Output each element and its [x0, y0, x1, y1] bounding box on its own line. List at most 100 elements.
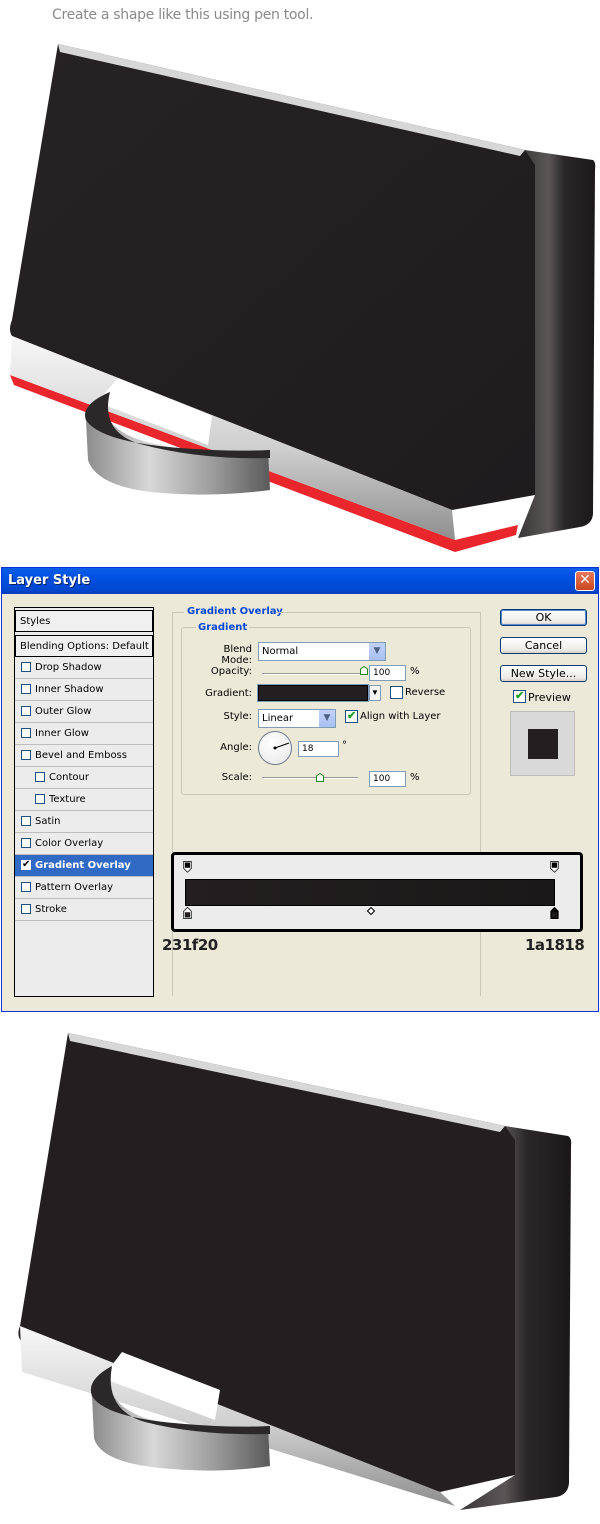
- preview-thumbnail: [510, 711, 575, 776]
- styles-list: Styles Blending Options: Default Drop Shad…: [14, 607, 154, 997]
- style-checkbox[interactable]: [21, 662, 31, 672]
- blend-mode-label: Blend Mode:: [221, 644, 252, 666]
- style-checkbox[interactable]: [21, 684, 31, 694]
- dialog-title: Layer Style: [8, 573, 91, 588]
- style-label: Style:: [223, 711, 253, 722]
- right-color-hex: 1a1818: [525, 936, 585, 954]
- angle-label: Angle:: [220, 742, 252, 753]
- style-list-item[interactable]: Satin: [15, 811, 153, 833]
- preview-label: Preview: [528, 691, 571, 704]
- style-checkbox[interactable]: [21, 750, 31, 760]
- style-list-item-label: Color Overlay: [35, 838, 104, 849]
- style-checkbox[interactable]: [21, 706, 31, 716]
- close-icon[interactable]: ✕: [575, 571, 595, 591]
- instruction-caption: Create a shape like this using pen tool.: [52, 7, 314, 23]
- style-checkbox[interactable]: ✔: [21, 859, 31, 870]
- checkmark-icon: ✔: [347, 710, 357, 722]
- speaker-illustration-bottom: [18, 1033, 572, 1510]
- style-list-item-label: Blending Options: Default: [20, 641, 149, 652]
- style-list-item[interactable]: Blending Options: Default: [15, 635, 153, 657]
- gradient-picker[interactable]: [257, 684, 369, 702]
- style-list-item[interactable]: ✔ Gradient Overlay: [15, 855, 153, 877]
- dialog-titlebar: Layer Style ✕: [2, 568, 598, 594]
- scale-slider[interactable]: [262, 777, 358, 779]
- style-list-item[interactable]: Drop Shadow: [15, 657, 153, 679]
- style-list-item-label: Inner Glow: [35, 728, 89, 739]
- style-list-item-label: Inner Shadow: [35, 684, 104, 695]
- blend-mode-select[interactable]: Normal ▼: [258, 642, 386, 661]
- chevron-down-icon: ▼: [368, 643, 385, 660]
- opacity-label: Opacity:: [210, 666, 252, 677]
- scale-input[interactable]: 100: [369, 771, 406, 787]
- style-select[interactable]: Linear ▼: [258, 709, 336, 728]
- color-stop-right[interactable]: [550, 907, 559, 919]
- checkmark-icon: ✔: [515, 690, 525, 702]
- checkmark-icon: ✔: [22, 859, 31, 870]
- style-list-item[interactable]: Pattern Overlay: [15, 877, 153, 899]
- gradient-dropdown-icon[interactable]: ▼: [369, 685, 381, 701]
- left-color-hex: 231f20: [162, 936, 218, 954]
- align-with-layer-checkbox[interactable]: ✔: [345, 710, 358, 723]
- align-with-layer-label: Align with Layer: [360, 711, 441, 722]
- reverse-checkbox[interactable]: [390, 686, 403, 699]
- style-checkbox[interactable]: [21, 882, 31, 892]
- speaker-illustration-top: [10, 44, 596, 552]
- style-list-item[interactable]: Outer Glow: [15, 701, 153, 723]
- style-list-item[interactable]: Styles: [15, 610, 153, 632]
- scale-unit: %: [410, 772, 420, 783]
- style-list-item[interactable]: Bevel and Emboss: [15, 745, 153, 767]
- ok-button[interactable]: OK: [500, 609, 587, 626]
- style-list-item[interactable]: Inner Glow: [15, 723, 153, 745]
- gradient-bar[interactable]: [185, 879, 555, 906]
- style-list-item-label: Stroke: [35, 904, 67, 915]
- cancel-button[interactable]: Cancel: [500, 637, 587, 654]
- opacity-stop-left[interactable]: [183, 861, 192, 873]
- angle-unit: °: [342, 740, 347, 751]
- style-list-item-label: Pattern Overlay: [35, 882, 114, 893]
- style-list-item-label: Contour: [49, 772, 89, 783]
- section-divider-left: [172, 612, 184, 613]
- style-checkbox[interactable]: [21, 816, 31, 826]
- opacity-slider[interactable]: [262, 673, 364, 675]
- style-list-item[interactable]: Texture: [15, 789, 153, 811]
- style-checkbox[interactable]: [35, 772, 45, 782]
- style-value: Linear: [262, 713, 294, 724]
- opacity-stop-right[interactable]: [550, 861, 559, 873]
- style-list-item[interactable]: Stroke: [15, 899, 153, 921]
- style-checkbox[interactable]: [21, 728, 31, 738]
- opacity-unit: %: [410, 666, 420, 677]
- style-list-item[interactable]: Color Overlay: [15, 833, 153, 855]
- opacity-slider-thumb[interactable]: [360, 666, 368, 675]
- speaker-front: [18, 1033, 516, 1492]
- scale-slider-thumb[interactable]: [315, 773, 324, 782]
- reverse-label: Reverse: [405, 687, 446, 698]
- style-checkbox[interactable]: [21, 838, 31, 848]
- color-stop-left[interactable]: [183, 907, 192, 919]
- opacity-input[interactable]: 100: [369, 665, 406, 681]
- section-divider: [276, 612, 480, 613]
- style-list-item-label: Bevel and Emboss: [35, 750, 127, 761]
- style-checkbox[interactable]: [35, 794, 45, 804]
- blend-mode-value: Normal: [262, 646, 299, 657]
- chevron-down-icon: ▼: [318, 710, 335, 727]
- section-title: Gradient Overlay: [187, 606, 283, 617]
- preview-swatch: [528, 729, 558, 759]
- style-list-item-label: Satin: [35, 816, 61, 827]
- angle-dial-needle: [273, 742, 290, 750]
- style-list-item-label: Texture: [49, 794, 86, 805]
- style-list-item-label: Outer Glow: [35, 706, 92, 717]
- scale-label: Scale:: [221, 772, 252, 783]
- style-list-item[interactable]: Inner Shadow: [15, 679, 153, 701]
- style-checkbox[interactable]: [21, 904, 31, 914]
- gradient-label: Gradient:: [205, 688, 252, 699]
- section-border-right: [480, 612, 481, 996]
- angle-input[interactable]: 18: [298, 741, 339, 757]
- angle-dial[interactable]: [258, 731, 292, 765]
- style-list-item-label: Styles: [20, 616, 51, 627]
- new-style-button[interactable]: New Style...: [500, 665, 587, 682]
- group-title: Gradient: [196, 622, 250, 633]
- style-list-item[interactable]: Contour: [15, 767, 153, 789]
- style-list-item-label: Drop Shadow: [35, 662, 102, 673]
- midpoint-diamond-icon[interactable]: [367, 907, 375, 915]
- preview-checkbox[interactable]: ✔: [513, 690, 526, 703]
